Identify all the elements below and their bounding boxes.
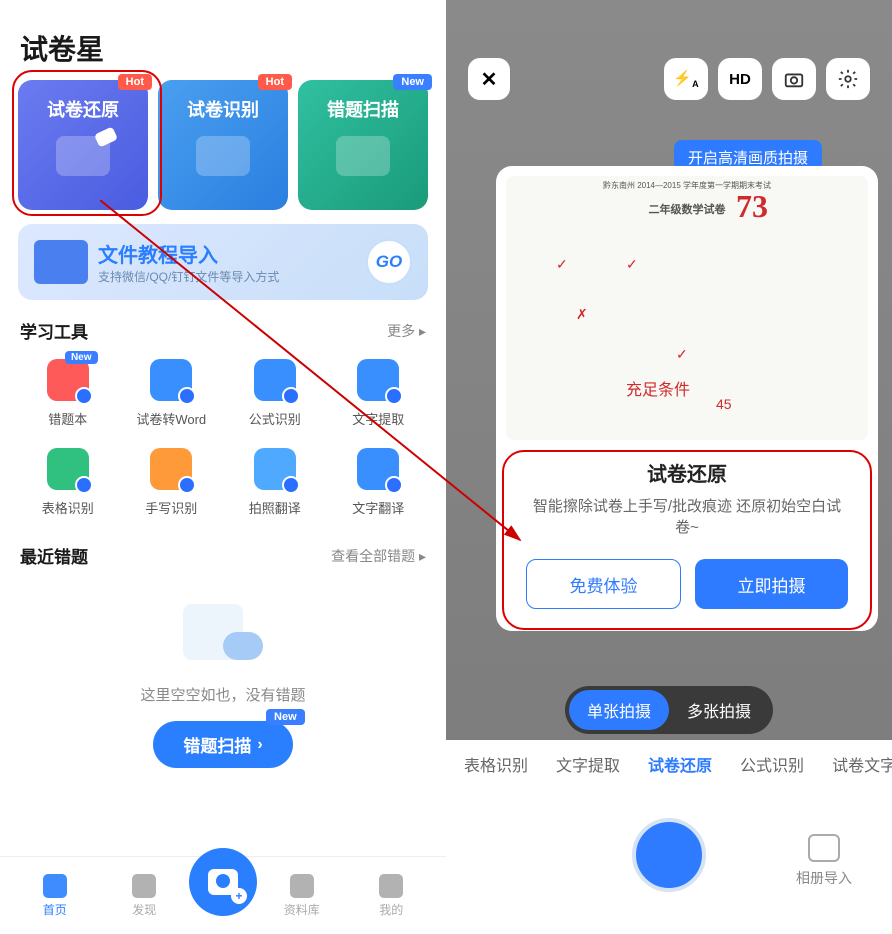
empty-illustration-icon	[183, 604, 263, 674]
file-import-sub: 支持微信/QQ/钉钉文件等导入方式	[98, 268, 366, 285]
nav-mine[interactable]: 我的	[347, 874, 437, 918]
hot-badge: Hot	[118, 74, 152, 90]
discover-icon	[132, 874, 156, 898]
empty-state: 这里空空如也，没有错题 错题扫描› New	[0, 578, 446, 778]
shutter-button[interactable]	[632, 818, 706, 892]
free-trial-button[interactable]: 免费体验	[526, 559, 681, 609]
view-all-link[interactable]: 查看全部错题 ▸	[331, 546, 426, 566]
tool-text-translate[interactable]: 文字翻译	[331, 448, 427, 517]
recent-section-title: 最近错题	[20, 543, 88, 568]
mode-exam-text[interactable]: 试卷文字识	[832, 752, 892, 776]
card-title: 试卷还原	[47, 96, 119, 122]
tool-table[interactable]: 表格识别	[20, 448, 116, 517]
card-title: 错题扫描	[327, 96, 399, 122]
flash-button[interactable]: ⚡A	[664, 58, 708, 100]
mode-restore[interactable]: 试卷还原	[648, 752, 712, 776]
exam-preview-image: 黔东南州 2014—2015 学年度第一学期期末考试 二年级数学试卷 73 ✓✓…	[506, 176, 868, 440]
wrong-book-icon	[47, 359, 89, 401]
segment-single[interactable]: 单张拍摄	[569, 690, 669, 730]
tool-grid: 错题本New 试卷转Word 公式识别 文字提取 表格识别 手写识别 拍照翻译 …	[0, 353, 446, 525]
home-screen: 试卷星 试卷还原 Hot 试卷识别 Hot 错题扫描 New 文件教程导入 支持…	[0, 0, 446, 934]
flash-icon: ⚡A	[673, 69, 698, 89]
tool-handwrite[interactable]: 手写识别	[124, 448, 220, 517]
card-wrong-scan[interactable]: 错题扫描 New	[298, 80, 428, 210]
camera-header: ✕ ⚡A HD	[446, 0, 892, 100]
mode-tabs[interactable]: 表格识别 文字提取 试卷还原 公式识别 试卷文字识	[446, 740, 892, 788]
file-import-banner[interactable]: 文件教程导入 支持微信/QQ/钉钉文件等导入方式 GO	[18, 224, 428, 300]
app-title: 试卷星	[0, 0, 446, 80]
handwrite-icon	[150, 448, 192, 490]
user-icon	[379, 874, 403, 898]
gear-icon	[837, 68, 859, 90]
go-button[interactable]: GO	[366, 239, 412, 285]
shot-mode-segment: 单张拍摄 多张拍摄	[565, 686, 773, 734]
camera-translate-icon	[254, 448, 296, 490]
settings-button[interactable]	[826, 58, 870, 100]
word-icon	[150, 359, 192, 401]
folder-icon	[34, 240, 88, 284]
chevron-right-icon: ›	[257, 736, 262, 754]
camera-icon	[783, 68, 805, 90]
nav-library[interactable]: 资料库	[257, 874, 347, 918]
empty-text: 这里空空如也，没有错题	[140, 684, 305, 705]
eraser-icon	[56, 136, 110, 176]
hot-badge: Hot	[258, 74, 292, 90]
text-icon	[357, 359, 399, 401]
tool-wrong-book[interactable]: 错题本New	[20, 359, 116, 428]
formula-icon	[254, 359, 296, 401]
new-badge: New	[393, 74, 432, 90]
switch-camera-button[interactable]	[772, 58, 816, 100]
nav-home[interactable]: 首页	[10, 874, 100, 918]
tools-section-title: 学习工具	[20, 318, 88, 343]
feature-sheet: 黔东南州 2014—2015 学年度第一学期期末考试 二年级数学试卷 73 ✓✓…	[496, 166, 878, 631]
tool-text-extract[interactable]: 文字提取	[331, 359, 427, 428]
tool-to-word[interactable]: 试卷转Word	[124, 359, 220, 428]
library-icon	[290, 874, 314, 898]
nav-discover[interactable]: 发现	[100, 874, 190, 918]
tool-formula[interactable]: 公式识别	[227, 359, 323, 428]
file-import-title: 文件教程导入	[98, 239, 366, 268]
plus-icon: +	[231, 888, 247, 904]
image-icon	[808, 834, 840, 862]
translate-icon	[357, 448, 399, 490]
bottom-nav: 首页 发现 + 资料库 我的	[0, 856, 446, 934]
card-exam-recognize[interactable]: 试卷识别 Hot	[158, 80, 288, 210]
segment-multi[interactable]: 多张拍摄	[669, 690, 769, 730]
scan-wrong-button[interactable]: 错题扫描› New	[153, 721, 292, 768]
mode-table[interactable]: 表格识别	[464, 752, 528, 776]
feature-cards: 试卷还原 Hot 试卷识别 Hot 错题扫描 New	[0, 80, 446, 210]
card-exam-restore[interactable]: 试卷还原 Hot	[18, 80, 148, 210]
camera-screen: ✕ ⚡A HD 开启高清画质拍摄 黔东南州 2014—2015 学年度第一学期期…	[446, 0, 892, 934]
tool-photo-translate[interactable]: 拍照翻译	[227, 448, 323, 517]
tools-more-link[interactable]: 更多 ▸	[387, 321, 426, 341]
table-icon	[47, 448, 89, 490]
close-button[interactable]: ✕	[468, 58, 510, 100]
document-icon	[196, 136, 250, 176]
mode-formula[interactable]: 公式识别	[740, 752, 804, 776]
close-icon: ✕	[481, 67, 498, 92]
sheet-title: 试卷还原	[506, 458, 868, 487]
sheet-subtitle: 智能擦除试卷上手写/批改痕迹 还原初始空白试卷~	[506, 495, 868, 537]
nav-camera-fab[interactable]: +	[189, 848, 257, 916]
hd-button[interactable]: HD	[718, 58, 762, 100]
home-icon	[43, 874, 67, 898]
album-import-button[interactable]: 相册导入	[796, 834, 852, 888]
shoot-now-button[interactable]: 立即拍摄	[695, 559, 848, 609]
camera-footer: 相册导入	[446, 788, 892, 934]
mode-text[interactable]: 文字提取	[556, 752, 620, 776]
checklist-icon	[336, 136, 390, 176]
new-badge: New	[266, 709, 305, 725]
card-title: 试卷识别	[187, 96, 259, 122]
